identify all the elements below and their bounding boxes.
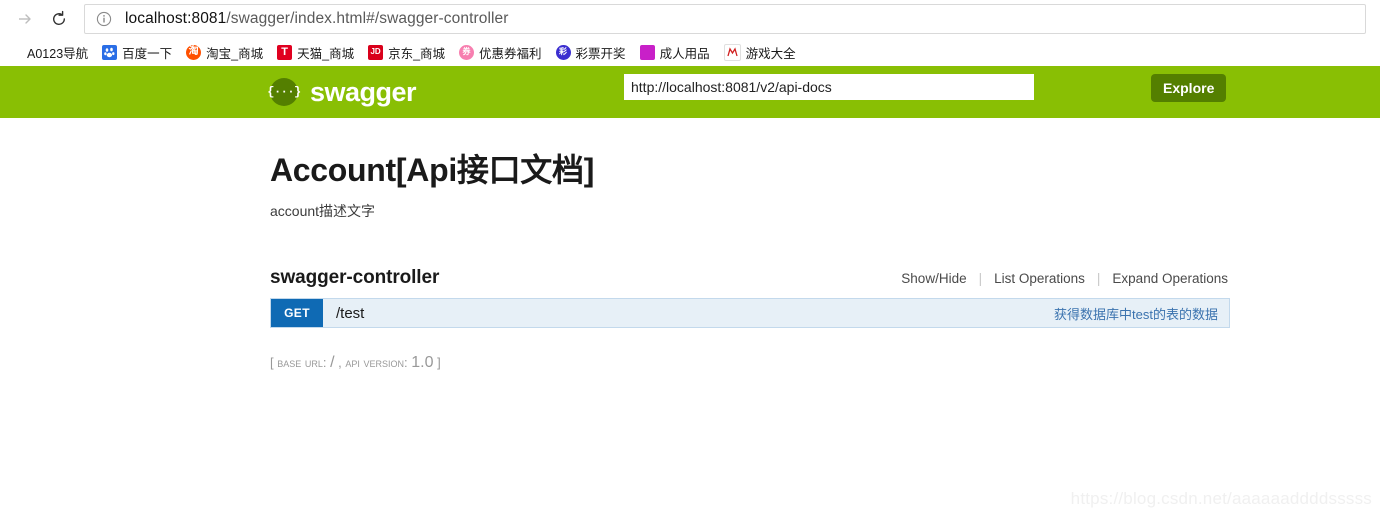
bookmark-item[interactable]: 百度一下: [95, 41, 179, 63]
address-bar[interactable]: localhost:8081/swagger/index.html#/swagg…: [84, 4, 1366, 34]
bookmark-item[interactable]: 游戏大全: [717, 41, 803, 63]
expand-operations-link[interactable]: Expand Operations: [1110, 271, 1230, 286]
api-version-label: api version:: [345, 355, 412, 370]
coupon-favicon-glyph: 券: [462, 47, 471, 56]
bookmark-item[interactable]: 成人用品: [633, 41, 717, 63]
coupon-favicon: 券: [459, 44, 475, 60]
bookmark-item[interactable]: JD 京东_商城: [361, 41, 452, 63]
action-separator: |: [978, 271, 983, 286]
page-title: Account[Api接口文档]: [270, 152, 595, 188]
bookmark-item[interactable]: 淘 淘宝_商城: [179, 41, 270, 63]
endpoint-row[interactable]: GET /test 获得数据库中test的表的数据: [270, 298, 1230, 328]
taobao-favicon: 淘: [186, 44, 202, 60]
bookmark-label: 优惠券福利: [479, 46, 542, 61]
info-circle-icon[interactable]: [95, 10, 113, 28]
bookmark-label: 京东_商城: [388, 46, 446, 61]
swagger-header-bar: {···} swagger Explore: [0, 66, 1380, 118]
lottery-favicon: 彩: [555, 44, 571, 60]
jd-favicon: JD: [368, 44, 384, 60]
footer-suffix: ]: [433, 355, 441, 370]
bookmark-label: 天猫_商城: [297, 46, 355, 61]
address-path: /swagger/index.html#/swagger-controller: [226, 10, 509, 27]
adult-favicon: [639, 44, 655, 60]
bookmark-item[interactable]: A0123导航: [0, 41, 95, 63]
bookmarks-bar: A0123导航 百度一下 淘 淘宝_商城 T 天猫_商城 JD 京东_商城 券 …: [0, 38, 1380, 66]
baidu-favicon: [102, 44, 118, 60]
address-host: localhost:8081: [125, 10, 227, 27]
bookmark-item[interactable]: T 天猫_商城: [270, 41, 361, 63]
swagger-braces-glyph: {···}: [267, 85, 301, 99]
swagger-wordmark: swagger: [310, 76, 417, 107]
bookmark-label: 成人用品: [659, 46, 710, 61]
bookmark-label: 淘宝_商城: [206, 46, 264, 61]
action-separator: |: [1096, 271, 1101, 286]
api-url-input[interactable]: [624, 74, 1034, 100]
show-hide-link[interactable]: Show/Hide: [899, 271, 968, 286]
footer-comma: ,: [334, 355, 346, 370]
reload-button[interactable]: [42, 2, 76, 36]
address-bar-url: localhost:8081/swagger/index.html#/swagg…: [125, 10, 509, 28]
tmall-favicon: T: [277, 44, 293, 60]
swagger-logo[interactable]: {···} swagger: [267, 76, 417, 107]
base-url-label: base url:: [277, 355, 331, 370]
browser-toolbar: localhost:8081/swagger/index.html#/swagg…: [0, 0, 1380, 38]
page-description: account描述文字: [270, 203, 376, 219]
bookmark-label: A0123导航: [27, 46, 89, 61]
http-method-badge: GET: [271, 299, 323, 327]
resource-actions: Show/Hide | List Operations | Expand Ope…: [899, 271, 1230, 286]
endpoint-path[interactable]: /test: [336, 305, 1054, 322]
browser-chrome: localhost:8081/swagger/index.html#/swagg…: [0, 0, 1380, 66]
resource-section: swagger-controller Show/Hide | List Oper…: [270, 267, 1230, 328]
games-favicon: [723, 43, 741, 61]
taobao-favicon-glyph: 淘: [188, 46, 199, 57]
resource-header: swagger-controller Show/Hide | List Oper…: [270, 267, 1230, 289]
jd-favicon-glyph: JD: [370, 47, 381, 56]
api-version-value: 1.0: [411, 354, 434, 371]
resource-name: swagger-controller: [270, 267, 440, 288]
swagger-braces-icon: {···}: [267, 78, 301, 106]
explore-button[interactable]: Explore: [1151, 74, 1227, 102]
watermark: https://blog.csdn.net/aaaaaaddddsssss: [1070, 489, 1372, 508]
forward-button[interactable]: [8, 2, 42, 36]
lottery-favicon-glyph: 彩: [559, 47, 568, 56]
bookmark-label: 彩票开奖: [575, 46, 626, 61]
list-operations-link[interactable]: List Operations: [992, 271, 1087, 286]
main-content: Account[Api接口文档] account描述文字 swagger-con…: [0, 118, 1380, 372]
bookmark-favicon: [7, 44, 22, 60]
bookmark-label: 游戏大全: [745, 46, 796, 61]
bookmark-label: 百度一下: [122, 46, 173, 61]
reload-icon: [53, 10, 66, 25]
bookmark-item[interactable]: 券 优惠券福利: [452, 41, 549, 63]
arrow-forward-icon: [19, 14, 31, 24]
endpoint-description: 获得数据库中test的表的数据: [1054, 306, 1218, 322]
base-url-info: [ base url: / , api version: 1.0 ]: [270, 354, 1230, 372]
tmall-favicon-glyph: T: [281, 45, 288, 58]
bookmark-item[interactable]: 彩 彩票开奖: [549, 41, 633, 63]
